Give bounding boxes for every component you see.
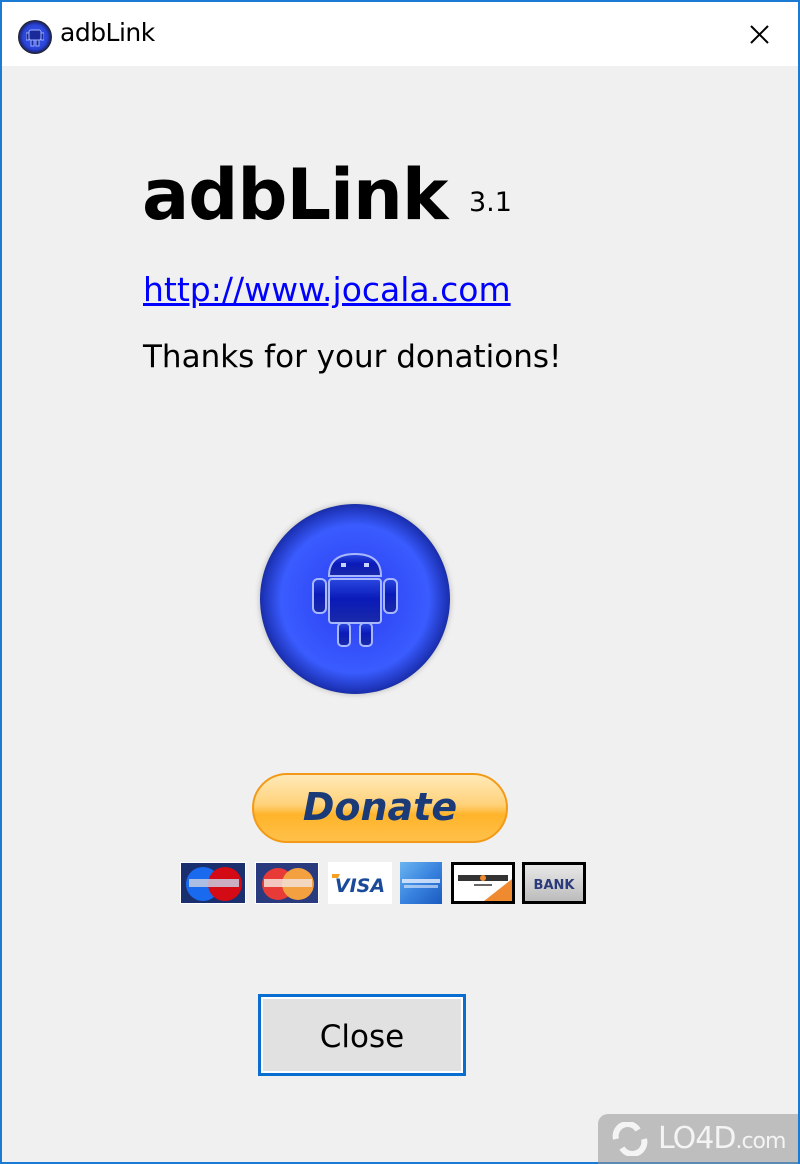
close-icon[interactable] [744,20,774,50]
thanks-text: Thanks for your donations! [143,339,562,375]
bank-icon: BANK [522,862,586,904]
watermark: LO4D.com [598,1114,798,1164]
mastercard-card-icon [255,862,319,904]
android-globe-icon [18,20,52,54]
about-dialog: adbLink adbLink 3.1 http://www.jocala.co… [2,2,798,1162]
refresh-arrows-icon [612,1122,648,1156]
close-button-label: Close [319,1019,405,1055]
watermark-text: LO4D.com [658,1121,786,1156]
website-link[interactable]: http://www.jocala.com [143,270,511,309]
discover-card-icon [451,862,515,904]
donate-button[interactable]: Donate [252,773,508,843]
donate-label: Donate [302,785,458,829]
amex-card-icon [400,862,442,904]
bank-text: BANK [534,878,576,893]
close-button[interactable]: Close [258,994,466,1076]
maestro-card-icon [180,862,246,904]
app-name-heading: adbLink [142,154,448,236]
android-globe-icon [260,504,450,694]
title-bar: adbLink [2,2,798,66]
visa-text: VISA [335,875,385,897]
version-label: 3.1 [469,187,512,218]
window-title: adbLink [60,18,155,47]
visa-card-icon: VISA [328,862,392,904]
